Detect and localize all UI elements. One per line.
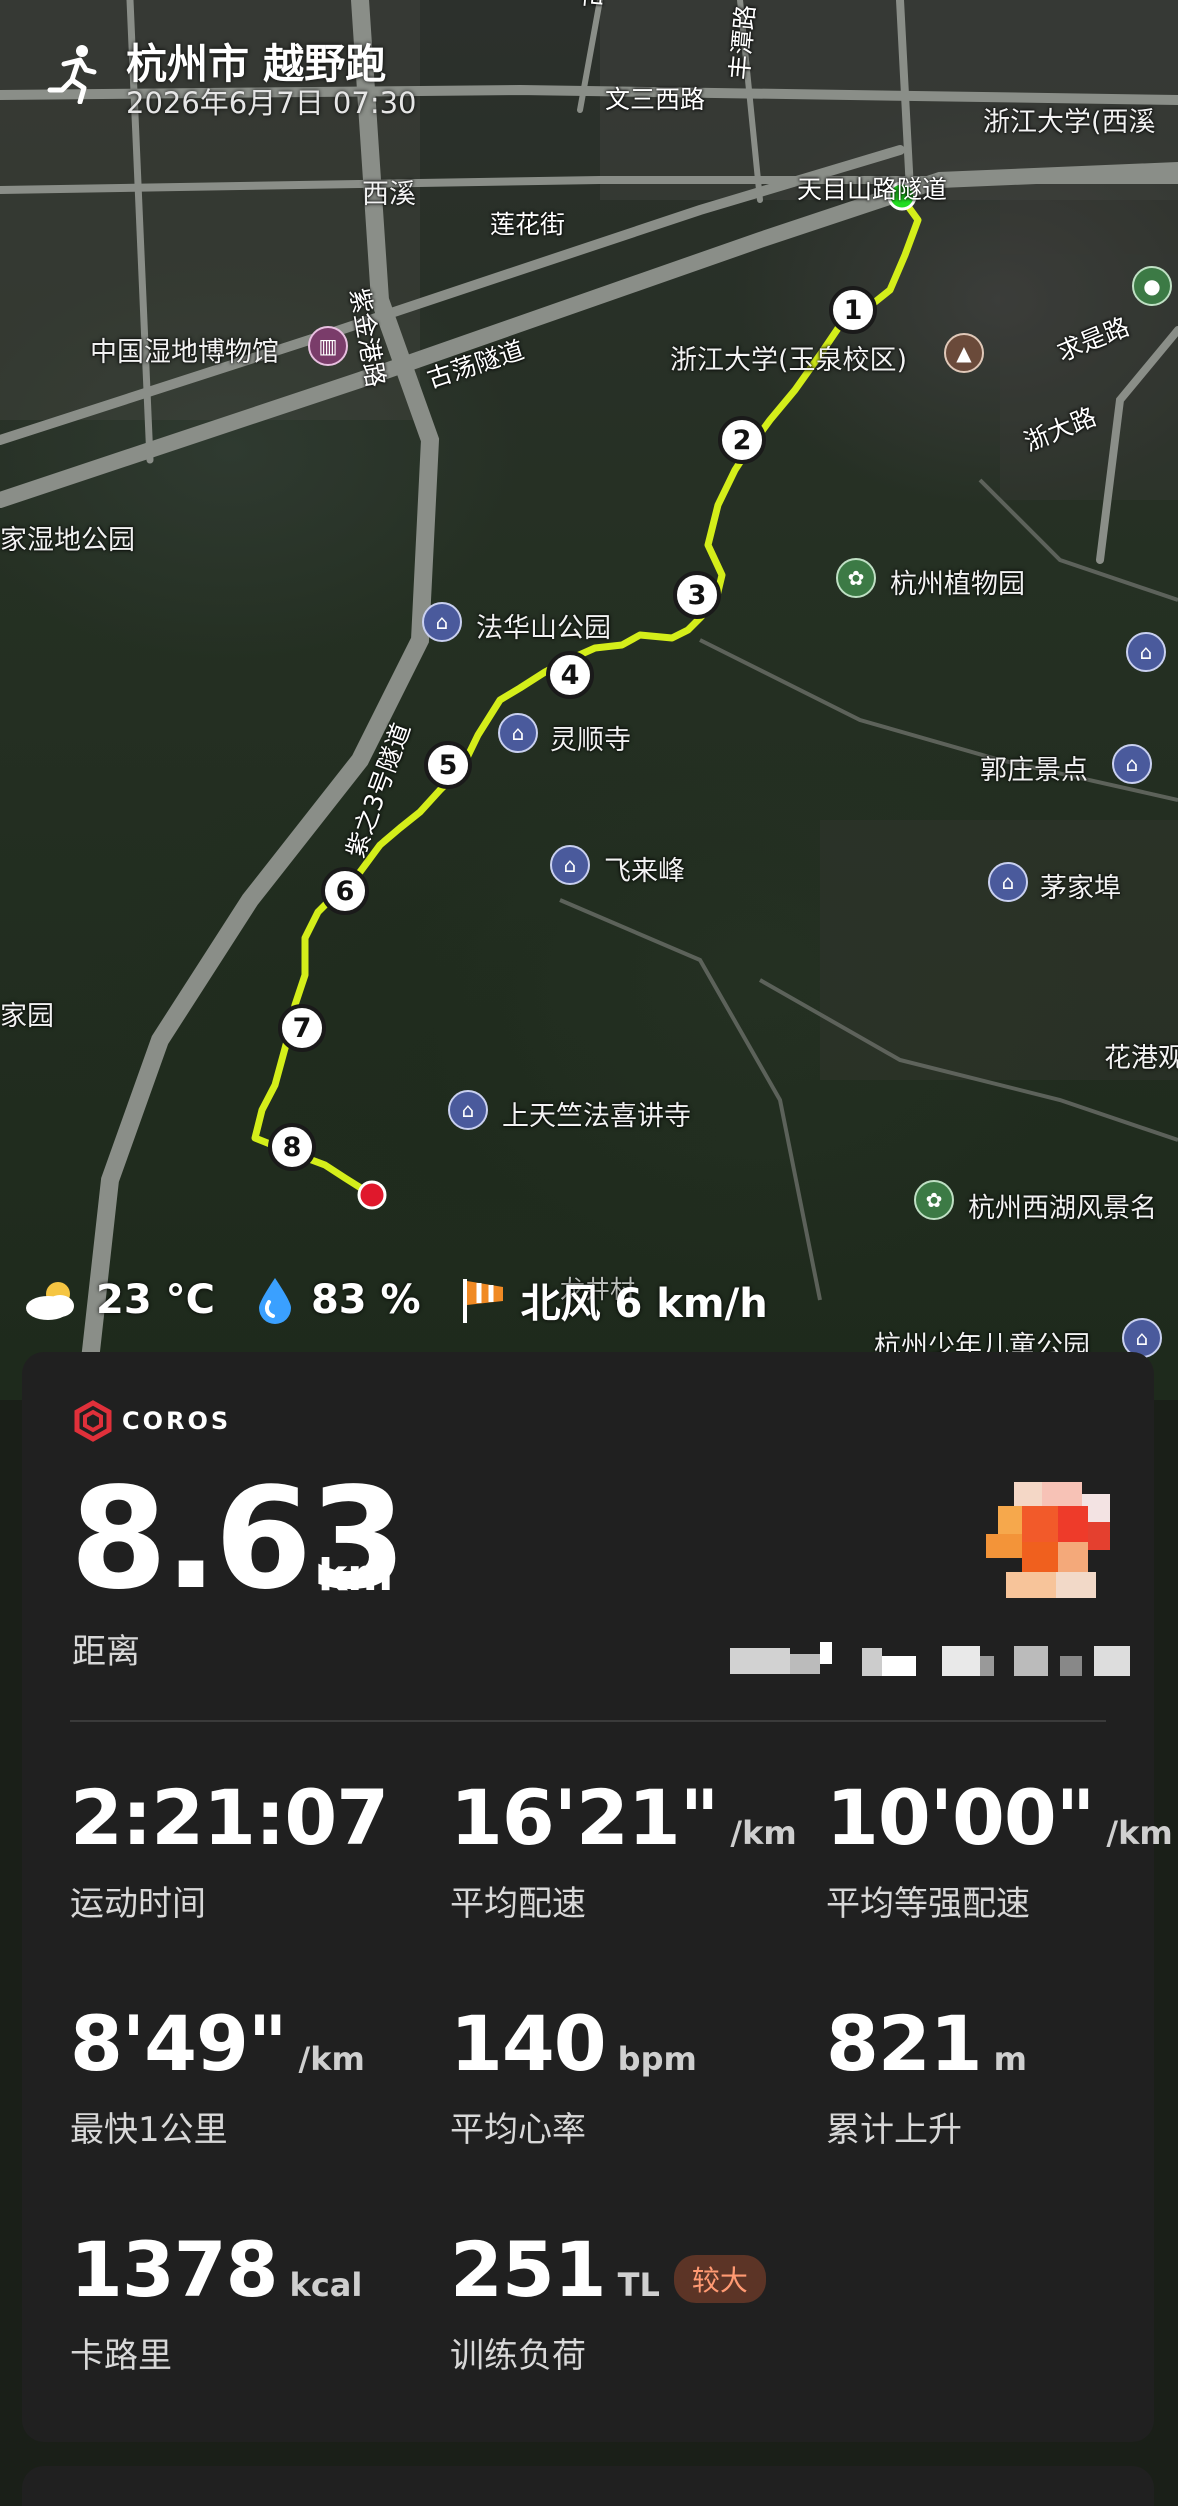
place-label-fahuashan: 法华山公园 bbox=[476, 613, 611, 644]
place-label-huagang: 花港观 bbox=[1104, 1043, 1178, 1074]
stat-avg-pace: 16'21"/km 平均配速 bbox=[450, 1780, 797, 1925]
stat-value: 1378 bbox=[70, 2225, 279, 2314]
weather-bar: 23 °C 83 % 北风 6 km/h bbox=[22, 1270, 806, 1330]
stat-label: 卡路里 bbox=[70, 2336, 172, 2376]
stat-value: 10'00" bbox=[826, 1773, 1095, 1862]
stat-value: 251 bbox=[450, 2225, 607, 2314]
road-label-tianmushan-tunnel: 天目山路隧道 bbox=[797, 175, 948, 204]
windsock-icon bbox=[462, 1279, 503, 1323]
km-marker-2: 2 bbox=[718, 416, 766, 464]
section-divider bbox=[70, 1720, 1106, 1722]
stat-training-load: 251 TL 较大 训练负荷 bbox=[450, 2232, 766, 2377]
road-label-lianhua: 莲花街 bbox=[490, 210, 566, 239]
stat-label: 平均等强配速 bbox=[826, 1884, 1030, 1924]
humidity-drop-icon bbox=[258, 1278, 291, 1324]
distance-label: 距离 bbox=[72, 1632, 140, 1672]
stadium-icon[interactable]: ● bbox=[1132, 266, 1172, 306]
temperature-item: 23 °C bbox=[22, 1277, 215, 1323]
place-label-lingshun: 灵顺寺 bbox=[550, 725, 631, 756]
road-label-wensan-west: 文三西路 bbox=[605, 85, 706, 114]
stat-label: 平均心率 bbox=[450, 2110, 586, 2150]
avatar[interactable] bbox=[986, 1482, 1110, 1606]
stat-label: 累计上升 bbox=[826, 2110, 962, 2150]
place-label-zju-yuquan: 浙江大学(玉泉校区) bbox=[670, 345, 908, 376]
stat-avg-heart-rate: 140 bpm 平均心率 bbox=[450, 2006, 697, 2151]
km-marker-5: 5 bbox=[424, 741, 472, 789]
stat-unit: /km bbox=[730, 1814, 797, 1852]
road-label-fengtan: 丰潭路 bbox=[724, 3, 761, 81]
km-marker-8: 8 bbox=[268, 1123, 316, 1171]
scenic-icon-feilaifeng[interactable]: ⌂ bbox=[550, 845, 590, 885]
wind-value: 北风 6 km/h bbox=[520, 1281, 768, 1327]
stat-label: 训练负荷 bbox=[450, 2336, 586, 2376]
place-label-zju-xixi: 浙江大学(西溪 bbox=[983, 107, 1156, 138]
km-marker-7: 7 bbox=[278, 1004, 326, 1052]
stat-unit: TL bbox=[617, 2266, 660, 2304]
coros-logo-icon bbox=[74, 1400, 112, 1442]
stat-avg-adjusted-pace: 10'00"/km 平均等强配速 bbox=[826, 1780, 1173, 1925]
place-label-wetland-museum: 中国湿地博物馆 bbox=[90, 337, 279, 368]
place-label-jiayuan: 家园 bbox=[0, 1001, 54, 1032]
university-icon[interactable]: ▲ bbox=[944, 333, 984, 373]
training-load-badge: 较大 bbox=[673, 2255, 766, 2303]
scenic-icon-maojiabu[interactable]: ⌂ bbox=[988, 862, 1028, 902]
place-label-botanical-garden: 杭州植物园 bbox=[890, 569, 1025, 600]
km-marker-1: 1 bbox=[829, 286, 877, 334]
place-label-maojiabu: 茅家埠 bbox=[1040, 873, 1121, 904]
brand-logo: COROS bbox=[72, 1400, 231, 1442]
stat-unit: /km bbox=[298, 2040, 365, 2078]
activity-datetime: 2026年6月7日 07:30 bbox=[126, 86, 417, 120]
scenic-icon-xihu[interactable]: ✿ bbox=[914, 1180, 954, 1220]
park-icon-fahuashan[interactable]: ⌂ bbox=[422, 602, 462, 642]
stat-value: 140 bbox=[450, 1999, 607, 2088]
username-blurred bbox=[730, 1642, 1130, 1676]
end-point bbox=[357, 1180, 387, 1210]
stat-label: 运动时间 bbox=[70, 1884, 206, 1924]
stat-unit: bpm bbox=[617, 2040, 697, 2078]
stat-duration: 2:21:07 运动时间 bbox=[70, 1780, 389, 1925]
distance-unit: km bbox=[318, 1550, 394, 1601]
place-label-xixi: 西溪 bbox=[362, 179, 416, 210]
place-label-xihu: 杭州西湖风景名 bbox=[968, 1193, 1157, 1224]
stat-value: 821 bbox=[826, 1999, 983, 2088]
museum-icon[interactable]: ▥ bbox=[308, 326, 348, 366]
partly-cloudy-icon bbox=[26, 1282, 74, 1320]
place-label-wetland-park: 家湿地公园 bbox=[0, 525, 135, 556]
humidity-value: 83 % bbox=[310, 1277, 421, 1323]
stat-unit: m bbox=[993, 2040, 1027, 2078]
stat-value: 16'21" bbox=[450, 1773, 719, 1862]
km-marker-3: 3 bbox=[673, 571, 721, 619]
place-label-guozhuang: 郭庄景点 bbox=[980, 755, 1088, 786]
stat-value: 2:21:07 bbox=[70, 1773, 389, 1862]
stat-label: 最快1公里 bbox=[70, 2110, 228, 2150]
temperature-value: 23 °C bbox=[96, 1277, 215, 1323]
next-card-edge bbox=[22, 2466, 1154, 2506]
botanical-garden-icon[interactable]: ✿ bbox=[836, 558, 876, 598]
route-map[interactable]: 1 2 3 4 5 6 7 8 文三西路 天目山路隧道 莲花街 紫金港路 古荡隧… bbox=[0, 0, 1178, 1400]
km-marker-6: 6 bbox=[321, 867, 369, 915]
stat-label: 平均配速 bbox=[450, 1884, 586, 1924]
wind-item: 北风 6 km/h bbox=[459, 1271, 768, 1329]
humidity-item: 83 % bbox=[253, 1276, 421, 1324]
scenic-icon-right[interactable]: ⌂ bbox=[1126, 632, 1166, 672]
brand-name: COROS bbox=[122, 1407, 232, 1435]
stat-unit: /km bbox=[1106, 1814, 1173, 1852]
temple-icon-shangtianzhu[interactable]: ⌂ bbox=[448, 1090, 488, 1130]
place-label-feilaifeng: 飞来峰 bbox=[604, 856, 685, 887]
km-marker-4: 4 bbox=[546, 651, 594, 699]
scenic-icon-guozhuang[interactable]: ⌂ bbox=[1112, 744, 1152, 784]
stat-elevation-gain: 821 m 累计上升 bbox=[826, 2006, 1027, 2151]
place-label-shangtianzhu: 上天竺法喜讲寺 bbox=[502, 1101, 691, 1132]
stat-unit: kcal bbox=[289, 2266, 363, 2304]
stat-value: 8'49" bbox=[70, 1999, 288, 2088]
temple-icon-lingshun[interactable]: ⌂ bbox=[498, 713, 538, 753]
running-icon bbox=[47, 45, 97, 104]
stat-calories: 1378 kcal 卡路里 bbox=[70, 2232, 362, 2377]
stat-fastest-km: 8'49"/km 最快1公里 bbox=[70, 2006, 365, 2151]
activity-summary-card: COROS 8.63 km 距离 2:21:07 运动时间 16'21" /km… bbox=[22, 1352, 1173, 2442]
